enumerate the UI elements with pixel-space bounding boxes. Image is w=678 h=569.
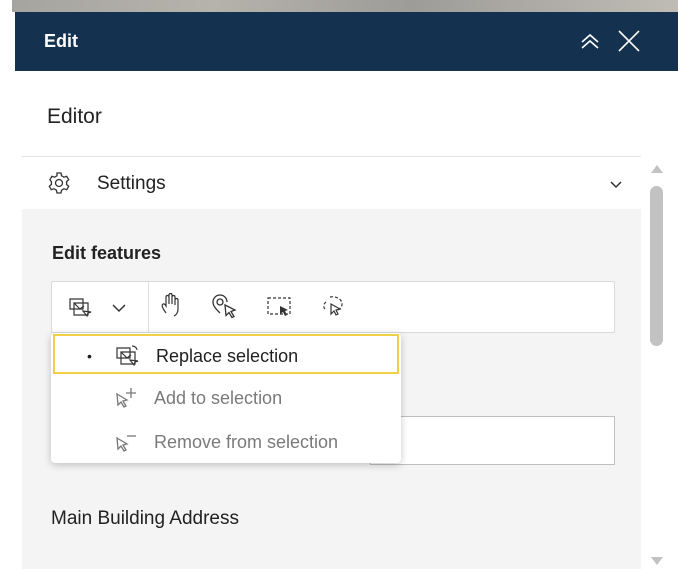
edit-toolbar (51, 281, 615, 333)
toolbar-divider (148, 282, 149, 332)
selection-mode-menu: • Replace selection Add to selection Rem… (51, 333, 401, 463)
settings-toggle[interactable]: Settings (22, 156, 641, 210)
remove-selection-icon (111, 430, 143, 461)
gear-icon (47, 171, 71, 200)
pan-icon[interactable] (156, 291, 188, 323)
double-chevron-up-icon[interactable] (576, 26, 604, 56)
panel-title: Editor (47, 105, 102, 128)
menu-item-label: Replace selection (156, 346, 299, 366)
map-background-strip (0, 0, 678, 12)
text-input[interactable] (370, 416, 615, 465)
panel-header: Edit (15, 12, 678, 71)
rectangle-select-icon[interactable] (264, 291, 296, 323)
menu-item-label: Add to selection (154, 388, 283, 408)
menu-item-label: Remove from selection (154, 432, 339, 452)
select-mode-icon[interactable] (66, 291, 98, 323)
settings-label: Settings (97, 173, 166, 194)
menu-item-remove-from-selection[interactable]: Remove from selection (51, 421, 401, 463)
close-icon[interactable] (615, 26, 643, 56)
menu-item-replace-selection[interactable]: • Replace selection (53, 334, 399, 374)
scrollbar-thumb[interactable] (650, 186, 663, 346)
menu-item-add-to-selection[interactable]: Add to selection (51, 377, 401, 419)
add-selection-icon (111, 386, 143, 417)
chevron-down-icon[interactable] (108, 291, 132, 323)
selected-bullet: • (87, 348, 92, 364)
select-by-click-icon[interactable] (210, 291, 242, 323)
chevron-down-icon (609, 177, 623, 195)
scroll-up-arrow[interactable] (651, 165, 663, 173)
main-building-address-label: Main Building Address (51, 508, 239, 529)
scroll-down-arrow[interactable] (651, 557, 663, 565)
lasso-select-icon[interactable] (318, 291, 350, 323)
edit-features-title: Edit features (52, 243, 162, 263)
replace-selection-icon (113, 342, 145, 375)
panel-header-title: Edit (44, 31, 78, 51)
